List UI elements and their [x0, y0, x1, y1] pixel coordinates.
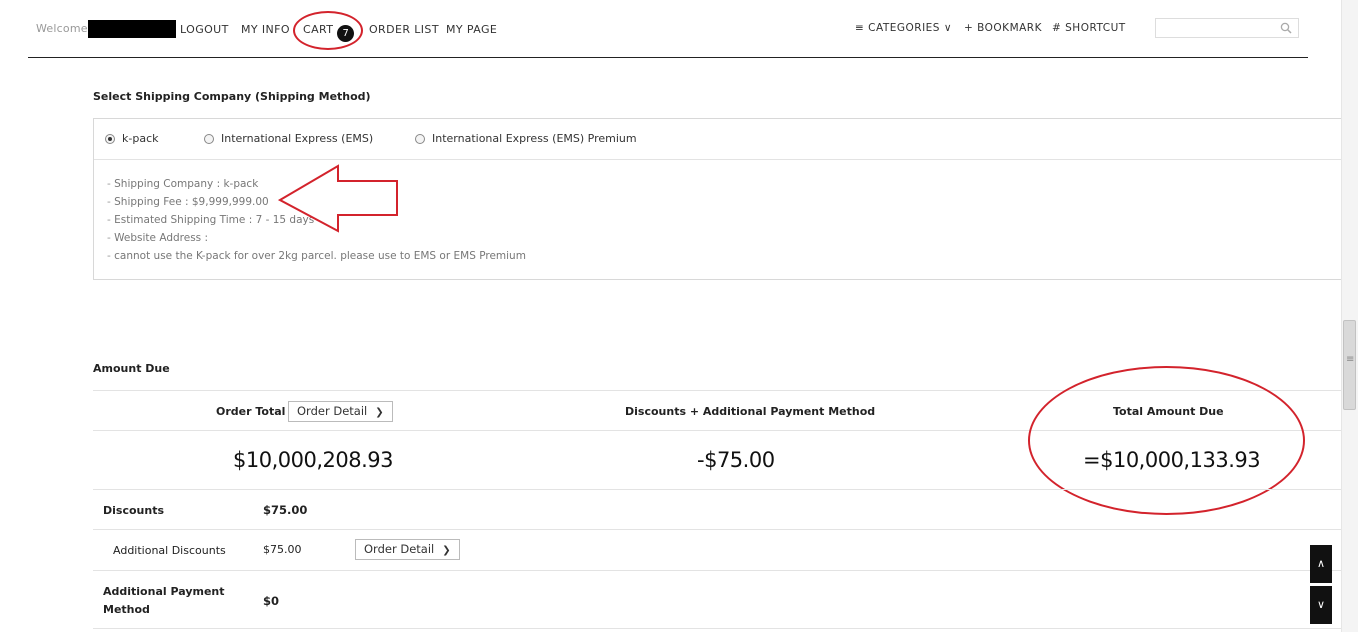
order-detail-label: Order Detail: [297, 404, 368, 418]
my-info-link[interactable]: MY INFO: [241, 23, 290, 36]
logout-link[interactable]: LOGOUT: [180, 23, 229, 36]
discounts-row-divider: [93, 529, 1342, 530]
order-detail-label: Order Detail: [364, 542, 435, 556]
cart-annotation-circle: [293, 11, 363, 50]
chevron-up-icon: ∧: [1316, 557, 1326, 570]
vertical-scrollbar[interactable]: [1341, 0, 1358, 632]
nav-divider: [28, 57, 1308, 58]
chevron-right-icon: ❯: [442, 545, 451, 556]
shipping-option-kpack[interactable]: k-pack: [105, 132, 158, 145]
radio-ems[interactable]: [204, 134, 214, 144]
amount-divider-bottom: [93, 628, 1342, 629]
chevron-down-icon: ∨: [1316, 598, 1326, 611]
discounts-row-label: Discounts: [103, 504, 164, 517]
shipping-option-label: k-pack: [122, 132, 159, 145]
scroll-top-button[interactable]: ∧: [1310, 545, 1332, 583]
order-total-label: Order Total: [216, 405, 286, 418]
scrollbar-thumb[interactable]: [1343, 320, 1356, 410]
shipping-section-title: Select Shipping Company (Shipping Method…: [93, 90, 371, 103]
search-box: [1155, 18, 1299, 40]
shortcut-link[interactable]: # SHORTCUT: [1052, 22, 1126, 34]
order-detail-button[interactable]: Order Detail ❯: [288, 401, 393, 422]
discounts-row-value: $75.00: [263, 503, 308, 517]
top-navigation: Welcome. LOGOUT MY INFO CART 7 ORDER LIST…: [0, 0, 1340, 58]
additional-discounts-divider: [93, 570, 1342, 571]
shipping-option-label: International Express (EMS) Premium: [432, 132, 637, 145]
order-total-value: $10,000,208.93: [233, 448, 394, 472]
additional-payment-label-line2: Method: [103, 603, 150, 616]
shipping-option-ems[interactable]: International Express (EMS): [204, 132, 373, 145]
additional-payment-label-line1: Additional Payment: [103, 585, 225, 598]
categories-menu[interactable]: ≡ CATEGORIES ∨: [855, 22, 952, 34]
shipping-option-ems-premium[interactable]: International Express (EMS) Premium: [415, 132, 637, 145]
additional-discounts-label: Additional Discounts: [113, 544, 226, 557]
discounts-payment-header: Discounts + Additional Payment Method: [625, 405, 876, 418]
additional-order-detail-button[interactable]: Order Detail ❯: [355, 539, 460, 560]
bookmark-link[interactable]: + BOOKMARK: [964, 22, 1042, 34]
shipping-option-label: International Express (EMS): [221, 132, 374, 145]
total-annotation-circle: [1028, 366, 1305, 515]
amount-due-title: Amount Due: [93, 362, 170, 375]
additional-payment-value: $0: [263, 594, 280, 608]
radio-kpack[interactable]: [105, 134, 115, 144]
shipping-note: cannot use the K-pack for over 2kg parce…: [107, 247, 526, 265]
chevron-right-icon: ❯: [375, 407, 384, 418]
radio-ems-premium[interactable]: [415, 134, 425, 144]
search-input[interactable]: [1156, 22, 1274, 40]
redacted-username: [88, 20, 176, 38]
discounts-total-value: -$75.00: [697, 448, 775, 472]
welcome-text: Welcome.: [36, 22, 92, 35]
scroll-bottom-button[interactable]: ∨: [1310, 586, 1332, 624]
order-list-link[interactable]: ORDER LIST: [369, 23, 439, 36]
search-icon[interactable]: [1280, 22, 1292, 34]
amount-divider-values: [93, 489, 1342, 490]
annotation-arrow: [278, 164, 398, 233]
shipping-options: k-pack International Express (EMS) Inter…: [94, 119, 1342, 160]
additional-discounts-value: $75.00: [263, 543, 302, 556]
my-page-link[interactable]: MY PAGE: [446, 23, 497, 36]
